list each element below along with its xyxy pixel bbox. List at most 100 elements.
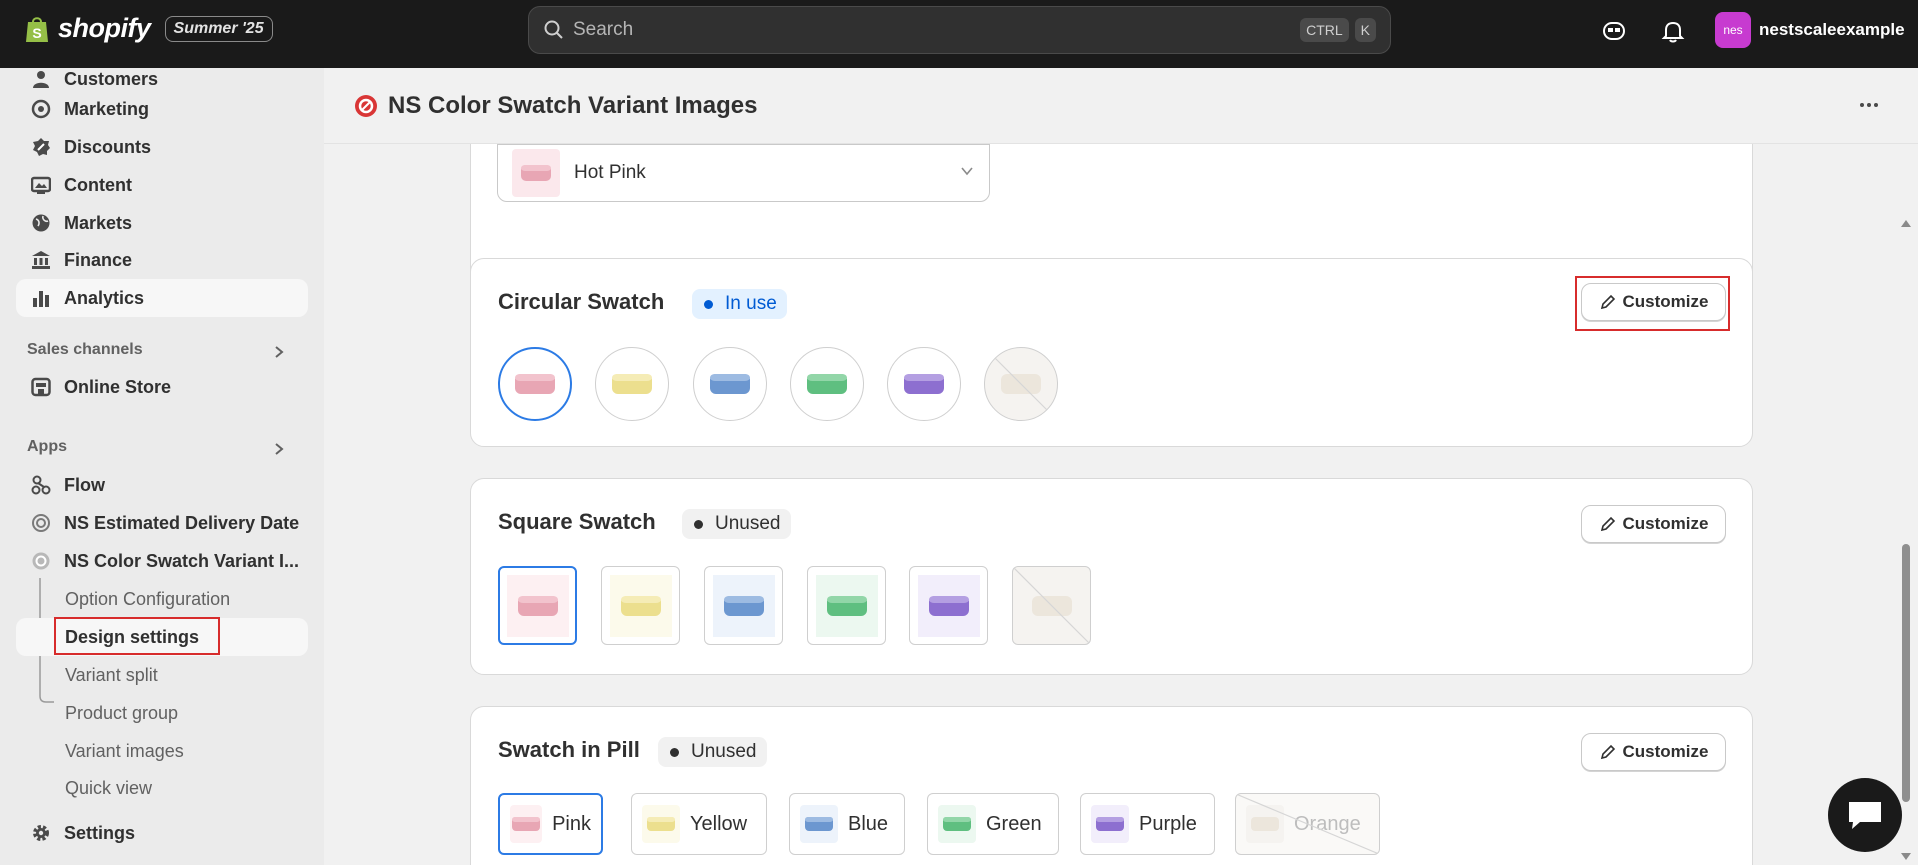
pencil-icon — [1600, 744, 1615, 760]
chat-button[interactable] — [1828, 778, 1902, 852]
customize-button[interactable]: Customize — [1581, 505, 1726, 543]
scroll-up-arrow-icon[interactable] — [1900, 218, 1912, 228]
scrollbar[interactable] — [1894, 144, 1918, 865]
sidebar-item-label: Settings — [64, 822, 136, 843]
sidebar-item-discounts[interactable]: Discounts — [16, 128, 308, 166]
sidebar-item-label: Finance — [64, 249, 133, 270]
status-text: Unused — [715, 513, 781, 534]
store-icon — [30, 376, 52, 398]
pill-label: Blue — [848, 812, 889, 835]
discount-icon — [30, 136, 52, 158]
edition-badge: Summer '25 — [164, 15, 273, 42]
sidebar-sub-quick-view[interactable]: Quick view — [65, 778, 152, 799]
sidebar-item-finance[interactable]: Finance — [16, 241, 308, 279]
swatch-blue[interactable] — [704, 566, 783, 645]
pillow-thumbnail — [642, 805, 680, 843]
swatch-purple[interactable] — [909, 566, 988, 645]
swatch-yellow[interactable] — [601, 566, 680, 645]
sidebar-item-ns-color-swatch[interactable]: NS Color Swatch Variant I... — [16, 542, 308, 580]
scroll-down-arrow-icon[interactable] — [1900, 852, 1912, 862]
card-title: Circular Swatch — [498, 289, 665, 314]
pillow-image — [620, 595, 661, 616]
chevron-down-icon — [961, 167, 973, 176]
status-badge: Unused — [658, 737, 767, 767]
sidebar-item-markets[interactable]: Markets — [16, 204, 308, 242]
sidebar-sub-variant-split[interactable]: Variant split — [65, 665, 158, 686]
sidebar-item-marketing[interactable]: Marketing — [16, 90, 308, 128]
gear-icon — [30, 822, 52, 844]
pillow-image — [612, 374, 652, 394]
highlight-customize — [1575, 276, 1730, 331]
bell-icon[interactable] — [1660, 18, 1686, 44]
app-logo-icon — [355, 94, 377, 117]
customize-label: Customize — [1622, 514, 1709, 533]
swatch-bg — [917, 574, 980, 637]
chevron-right-icon[interactable] — [272, 345, 286, 359]
sidebar-item-ns-estimated-delivery[interactable]: NS Estimated Delivery Date — [16, 504, 308, 542]
pill-option-yellow[interactable]: Yellow — [631, 793, 767, 855]
sidebar-item-label: Marketing — [64, 98, 150, 119]
swatch-pink[interactable] — [498, 566, 577, 645]
scroll-thumb[interactable] — [1902, 544, 1910, 802]
apps-heading: Apps — [27, 438, 67, 455]
pill-option-green[interactable]: Green — [927, 793, 1059, 855]
sidebar-sub-variant-images[interactable]: Variant images — [65, 741, 184, 762]
unavailable-strike — [1013, 567, 1090, 644]
swatch-bg — [815, 574, 878, 637]
swatch-pink[interactable] — [498, 347, 572, 421]
app-icon — [30, 512, 52, 534]
sidebar-item-settings[interactable]: Settings — [16, 814, 308, 852]
sidebar-sub-option-configuration[interactable]: Option Configuration — [65, 589, 230, 610]
sidebar-item-label: Markets — [64, 212, 133, 233]
swatch-green[interactable] — [790, 347, 864, 421]
card-title: Swatch in Pill — [498, 737, 640, 762]
more-actions-icon[interactable] — [1858, 94, 1880, 116]
pill-option-purple[interactable]: Purple — [1080, 793, 1215, 855]
swatch-orange-disabled[interactable] — [1012, 566, 1091, 645]
shopify-bag-icon: S — [26, 16, 48, 42]
sidebar-sub-product-group[interactable]: Product group — [65, 703, 178, 724]
pillow-thumbnail — [510, 805, 543, 843]
sidekick-icon[interactable] — [1601, 18, 1627, 44]
page-header: NS Color Swatch Variant Images — [324, 68, 1918, 144]
chat-icon — [1849, 802, 1881, 829]
pillow-image — [807, 374, 847, 394]
status-text: Unused — [691, 741, 757, 762]
card-title: Square Swatch — [498, 509, 656, 534]
sidebar-item-label: Content — [64, 174, 132, 195]
swatch-blue[interactable] — [693, 347, 767, 421]
chevron-right-icon[interactable] — [272, 442, 286, 456]
sidebar-item-content[interactable]: Content — [16, 166, 308, 204]
sidebar-item-analytics[interactable]: Analytics — [16, 279, 308, 317]
flow-icon — [30, 474, 52, 496]
sidebar-item-flow[interactable]: Flow — [16, 466, 308, 504]
swatch-purple[interactable] — [887, 347, 961, 421]
swatch-bg — [609, 574, 672, 637]
pencil-icon — [1600, 516, 1615, 532]
pillow-thumbnail — [1091, 805, 1129, 843]
store-name: nestscaleexample — [1759, 20, 1905, 39]
sidebar-item-label: NS Color Swatch Variant I... — [64, 550, 300, 571]
pill-option-pink[interactable]: Pink — [498, 793, 603, 855]
customize-button[interactable]: Customize — [1581, 733, 1726, 771]
shopify-logo[interactable]: S shopify Summer '25 — [24, 13, 273, 44]
pillow-image — [928, 595, 969, 616]
swatch-yellow[interactable] — [595, 347, 669, 421]
pill-option-orange-disabled[interactable]: Orange — [1235, 793, 1380, 855]
sidebar-item-label: Analytics — [64, 287, 145, 308]
shortcut-k: K — [1354, 18, 1376, 42]
pillow-image — [904, 374, 944, 394]
sidebar-item-label: Online Store — [64, 376, 172, 397]
top-bar: S shopify Summer '25 Search CTRL K nes n… — [0, 0, 1918, 68]
pill-label: Green — [986, 812, 1042, 835]
swatch-orange-disabled[interactable] — [984, 347, 1058, 421]
square-swatch-card: Square Swatch Unused Customize — [470, 478, 1753, 675]
pill-option-blue[interactable]: Blue — [789, 793, 905, 855]
swatch-green[interactable] — [807, 566, 886, 645]
status-badge: In use — [692, 289, 787, 319]
user-menu[interactable]: nes nestscaleexample — [1715, 12, 1905, 48]
swatch-select[interactable]: Hot Pink — [497, 144, 990, 202]
search-bar[interactable]: Search CTRL K — [528, 6, 1391, 54]
circular-swatch-card: Circular Swatch In use Customize — [470, 258, 1753, 447]
sidebar-item-online-store[interactable]: Online Store — [16, 368, 308, 406]
